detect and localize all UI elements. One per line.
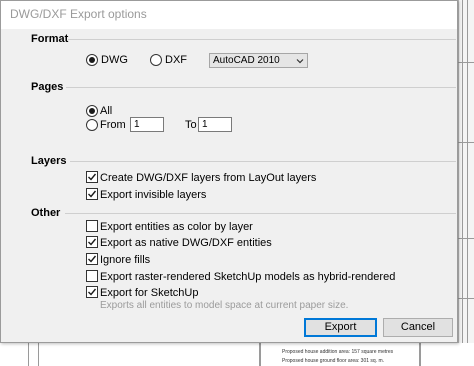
all-pages-label: All <box>100 105 113 117</box>
drawing-border-line <box>467 0 468 343</box>
hybrid-rendered-label: Export raster-rendered SketchUp models a… <box>100 271 396 283</box>
cancel-button[interactable]: Cancel <box>383 318 453 337</box>
dwg-radio[interactable] <box>86 54 98 66</box>
native-entities-label: Export as native DWG/DXF entities <box>100 237 272 249</box>
drawing-tick <box>458 62 474 63</box>
other-separator <box>65 213 456 214</box>
export-button[interactable]: Export <box>304 318 377 337</box>
layers-heading: Layers <box>31 155 67 167</box>
export-invisible-layers-checkbox[interactable] <box>86 188 98 200</box>
checkmark-icon <box>88 190 97 198</box>
background-drawing-strip <box>458 0 474 366</box>
checkmark-icon <box>88 255 97 263</box>
create-layers-checkbox[interactable] <box>86 171 98 183</box>
ignore-fills-label: Ignore fills <box>100 254 151 266</box>
color-by-layer-label: Export entities as color by layer <box>100 221 253 233</box>
pages-heading: Pages <box>31 81 64 93</box>
layers-separator <box>70 161 456 162</box>
drawing-line <box>38 343 39 366</box>
export-for-sketchup-label: Export for SketchUp <box>100 287 199 299</box>
create-layers-label: Create DWG/DXF layers from LayOut layers <box>100 172 317 184</box>
export-for-sketchup-hint: Exports all entities to model space at c… <box>100 300 349 311</box>
format-heading: Format <box>31 33 69 45</box>
dxf-radio[interactable] <box>150 54 162 66</box>
to-page-input[interactable]: 1 <box>198 117 232 132</box>
from-page-input[interactable]: 1 <box>130 117 164 132</box>
export-for-sketchup-checkbox[interactable] <box>86 286 98 298</box>
export-invisible-layers-label: Export invisible layers <box>100 189 207 201</box>
checkmark-icon <box>88 173 97 181</box>
drawing-tick <box>458 298 474 299</box>
to-label: To <box>185 119 197 131</box>
background-drawing-bottom: Proposed house addition area: 157 square… <box>0 341 474 366</box>
dialog-title: DWG/DXF Export options <box>10 7 147 21</box>
title-bar[interactable]: DWG/DXF Export options <box>1 1 457 29</box>
drawing-tick <box>458 142 474 143</box>
all-pages-radio[interactable] <box>86 105 98 117</box>
dxf-label: DXF <box>165 54 187 66</box>
drawing-border-line <box>462 0 463 343</box>
checkmark-icon <box>88 238 97 246</box>
format-separator <box>68 39 456 40</box>
dwg-label: DWG <box>101 54 128 66</box>
export-options-dialog: DWG/DXF Export options Format DWG DXF Au… <box>0 0 458 343</box>
checkmark-icon <box>88 288 97 296</box>
native-entities-checkbox[interactable] <box>86 236 98 248</box>
pages-separator <box>66 87 456 88</box>
chevron-down-icon <box>296 59 304 64</box>
hybrid-rendered-checkbox[interactable] <box>86 270 98 282</box>
radio-selected-dot <box>89 108 95 114</box>
selected-version-text: AutoCAD 2010 <box>213 55 280 66</box>
drawing-tick <box>458 238 474 239</box>
drawing-note: Proposed house addition area: 157 square… <box>282 349 394 355</box>
autocad-version-select[interactable]: AutoCAD 2010 <box>209 53 308 68</box>
other-heading: Other <box>31 207 61 219</box>
page-range-radio[interactable] <box>86 119 98 131</box>
drawing-line <box>420 343 421 366</box>
color-by-layer-checkbox[interactable] <box>86 220 98 232</box>
from-label: From <box>100 119 126 131</box>
drawing-frame <box>28 341 260 366</box>
radio-selected-dot <box>89 57 95 63</box>
drawing-note: Proposed house ground floor area: 301 sq… <box>282 358 385 364</box>
ignore-fills-checkbox[interactable] <box>86 253 98 265</box>
